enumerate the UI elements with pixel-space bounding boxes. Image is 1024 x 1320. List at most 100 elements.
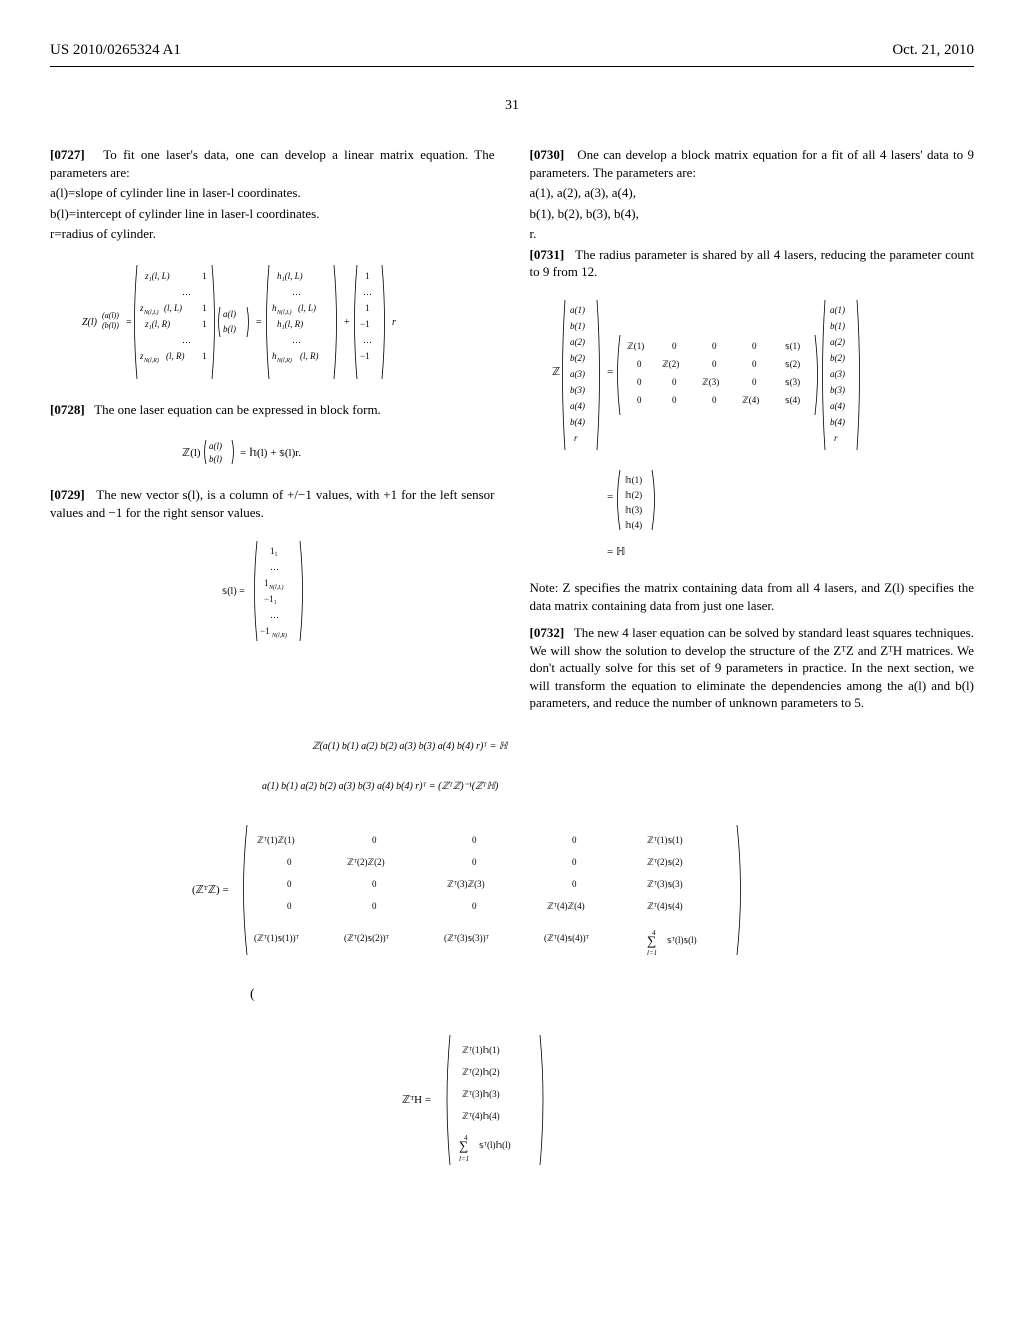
svg-text:−1: −1 — [360, 351, 370, 361]
para-0729: [0729] The new vector s(l), is a column … — [50, 486, 495, 521]
svg-text:N(l,L): N(l,L) — [268, 584, 284, 591]
svg-text:0: 0 — [637, 359, 642, 369]
svg-text:𝕙(1): 𝕙(1) — [625, 475, 642, 485]
svg-text:𝕤ᵀ(l)𝕙(l): 𝕤ᵀ(l)𝕙(l) — [479, 1140, 511, 1150]
svg-text:…: … — [270, 610, 279, 620]
svg-text:1: 1 — [202, 351, 207, 361]
svg-text:b(l): b(l) — [209, 454, 222, 464]
header-left: US 2010/0265324 A1 — [50, 40, 181, 60]
svg-text:N(l,R): N(l,R) — [276, 357, 292, 364]
svg-text:ℤᵀ(1)𝕤(1): ℤᵀ(1)𝕤(1) — [647, 835, 683, 845]
para-num: [0730] — [530, 147, 565, 162]
header-right: Oct. 21, 2010 — [892, 40, 974, 60]
svg-text:(ℤᵀ(1)𝕤(1))ᵀ: (ℤᵀ(1)𝕤(1))ᵀ — [254, 933, 300, 943]
svg-text:=: = — [256, 317, 262, 328]
svg-text:0: 0 — [712, 359, 717, 369]
svg-text:b(3): b(3) — [830, 385, 845, 395]
svg-text:(l, L): (l, L) — [298, 303, 316, 313]
svg-text:0: 0 — [752, 341, 757, 351]
svg-text:𝕤(4): 𝕤(4) — [785, 395, 800, 405]
params-r: r. — [530, 225, 975, 243]
svg-text:0: 0 — [752, 377, 757, 387]
svg-text:…: … — [292, 287, 301, 297]
svg-text:ℤᵀH =: ℤᵀH = — [402, 1094, 431, 1106]
para-0730: [0730] One can develop a block matrix eq… — [530, 146, 975, 181]
svg-text:0: 0 — [672, 395, 677, 405]
svg-text:…: … — [363, 287, 372, 297]
svg-text:= ℍ: = ℍ — [607, 546, 625, 558]
svg-text:0: 0 — [372, 879, 377, 889]
svg-text:1: 1 — [202, 319, 207, 329]
svg-text:z₁(l, R): z₁(l, R) — [144, 319, 170, 329]
svg-text:b(l): b(l) — [223, 324, 236, 334]
svg-text:0: 0 — [672, 341, 677, 351]
svg-text:a(1): a(1) — [830, 305, 845, 315]
param-b: b(l)=intercept of cylinder line in laser… — [50, 205, 495, 223]
svg-text:1: 1 — [365, 303, 370, 313]
svg-text:(a(l)): (a(l)) — [102, 311, 119, 320]
equation-zth-vector: ℤᵀH = ℤᵀ(1)𝕙(1) ℤᵀ(2)𝕙(2) ℤᵀ(3)𝕙(3) ℤᵀ(4… — [50, 1025, 974, 1175]
svg-text:N(l,L): N(l,L) — [143, 309, 159, 316]
svg-text:a(4): a(4) — [830, 401, 845, 411]
params-b: b(1), b(2), b(3), b(4), — [530, 205, 975, 223]
svg-text:r: r — [574, 433, 578, 443]
svg-text:ℤᵀ(4)𝕙(4): ℤᵀ(4)𝕙(4) — [462, 1111, 500, 1121]
svg-text:(l, R): (l, R) — [300, 351, 319, 361]
svg-text:ℤᵀ(4)ℤ(4): ℤᵀ(4)ℤ(4) — [547, 901, 585, 911]
svg-text:𝕤(l) =: 𝕤(l) = — [222, 586, 245, 597]
svg-text:ℤ(l): ℤ(l) — [182, 447, 201, 459]
svg-text:ℤᵀ(1)𝕙(1): ℤᵀ(1)𝕙(1) — [462, 1045, 500, 1055]
svg-text:−1₁: −1₁ — [264, 594, 277, 604]
svg-text:+: + — [344, 317, 350, 328]
svg-text:N(l,R): N(l,R) — [143, 357, 159, 364]
svg-text:h₁(l, R): h₁(l, R) — [277, 319, 303, 329]
svg-text:ℤᵀ(2)𝕤(2): ℤᵀ(2)𝕤(2) — [647, 857, 683, 867]
svg-text:0: 0 — [372, 835, 377, 845]
svg-text:ℤ(a(1) b(1) a(2) b(2) a(3): ℤ(a(1) b(1) a(2) b(2) a(3) b(3) a(4) b(4… — [312, 741, 509, 752]
para-0728: [0728] The one laser equation can be exp… — [50, 401, 495, 419]
svg-text:1: 1 — [365, 271, 370, 281]
svg-text:0: 0 — [637, 377, 642, 387]
svg-text:−1: −1 — [360, 319, 370, 329]
svg-text:0: 0 — [572, 857, 577, 867]
svg-text:a(2): a(2) — [570, 337, 585, 347]
svg-text:(ℤᵀ(4)𝕤(4))ᵀ: (ℤᵀ(4)𝕤(4))ᵀ — [544, 933, 590, 943]
svg-text:−1: −1 — [260, 626, 270, 636]
svg-text:ℤᵀ(3)𝕤(3): ℤᵀ(3)𝕤(3) — [647, 879, 683, 889]
svg-text:∑: ∑ — [647, 933, 656, 948]
svg-text:𝕙(4): 𝕙(4) — [625, 520, 642, 530]
svg-text:0: 0 — [712, 395, 717, 405]
svg-text:a(2): a(2) — [830, 337, 845, 347]
svg-text:(ℤᵀ(2)𝕤(2))ᵀ: (ℤᵀ(2)𝕤(2))ᵀ — [344, 933, 390, 943]
svg-text:0: 0 — [472, 901, 477, 911]
svg-text:𝕤ᵀ(l)𝕤(l): 𝕤ᵀ(l)𝕤(l) — [667, 935, 697, 945]
para-num: [0728] — [50, 402, 85, 417]
svg-text:N(l,R): N(l,R) — [271, 632, 287, 639]
equation-zl-matrix: Z(l) (a(l)) (b(l)) = z₁(l, L)1 … zN(l,L)… — [50, 257, 495, 387]
svg-text:(ℤᵀ(3)𝕤(3))ᵀ: (ℤᵀ(3)𝕤(3))ᵀ — [444, 933, 490, 943]
svg-text:h₁(l, L): h₁(l, L) — [277, 271, 303, 281]
svg-text:𝕤(2): 𝕤(2) — [785, 359, 800, 369]
svg-text:…: … — [182, 335, 191, 345]
svg-text:1: 1 — [202, 271, 207, 281]
svg-text:𝕙(3): 𝕙(3) — [625, 505, 642, 515]
right-column: [0730] One can develop a block matrix eq… — [530, 146, 975, 715]
equation-block-form: ℤ(l) a(l) b(l) = 𝕙(l) + 𝕤(l)r. — [50, 432, 495, 472]
svg-text:=: = — [607, 366, 613, 378]
para-text: The radius parameter is shared by all 4 … — [530, 247, 975, 280]
para-text: The new vector s(l), is a column of +/−1… — [50, 487, 495, 520]
two-column-layout: [0727] To fit one laser's data, one can … — [50, 146, 974, 715]
svg-text:0: 0 — [287, 901, 292, 911]
svg-text:b(2): b(2) — [570, 353, 585, 363]
svg-text:ℤᵀ(2)ℤ(2): ℤᵀ(2)ℤ(2) — [347, 857, 385, 867]
params-a: a(1), a(2), a(3), a(4), — [530, 184, 975, 202]
svg-text:= 𝕙(l) + 𝕤(l)r.: = 𝕙(l) + 𝕤(l)r. — [240, 447, 301, 459]
svg-text:ℤᵀ(1)ℤ(1): ℤᵀ(1)ℤ(1) — [257, 835, 295, 845]
svg-text:ℤ(4): ℤ(4) — [742, 395, 759, 405]
svg-text:ℤ(1): ℤ(1) — [627, 341, 644, 351]
svg-text:r: r — [392, 317, 396, 328]
svg-text:0: 0 — [712, 341, 717, 351]
equation-s-vector: 𝕤(l) = 1₁ … 1N(l,L) −1₁ … −1N(l,R) — [50, 536, 495, 646]
svg-text:(l, R): (l, R) — [166, 351, 185, 361]
svg-text:…: … — [292, 335, 301, 345]
